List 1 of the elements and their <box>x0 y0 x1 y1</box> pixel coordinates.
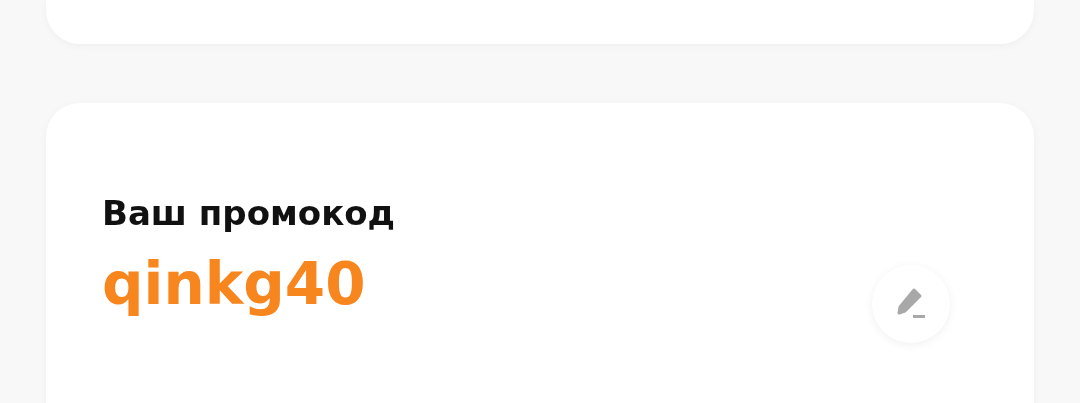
promo-label: Ваш промокод <box>102 193 396 233</box>
